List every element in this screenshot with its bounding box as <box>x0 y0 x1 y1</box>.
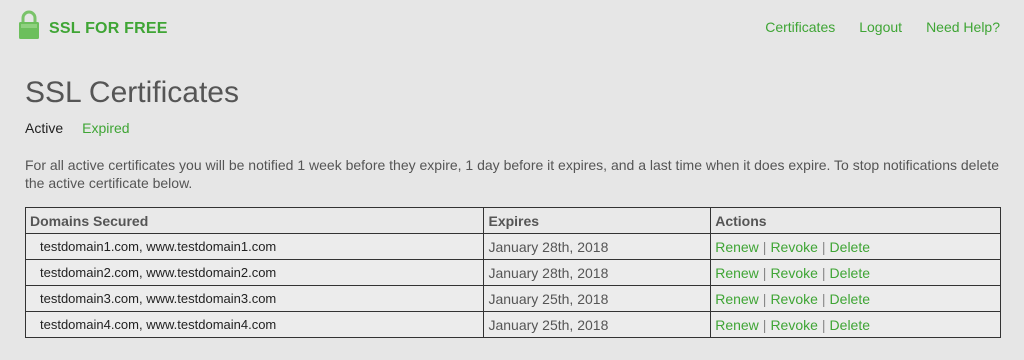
renew-link[interactable]: Renew <box>715 317 759 333</box>
nav-certificates-link[interactable]: Certificates <box>765 19 835 35</box>
nav-logout-link[interactable]: Logout <box>859 19 902 35</box>
column-header-domains: Domains Secured <box>24 207 485 234</box>
actions-cell: Renew | Revoke | Delete <box>710 233 1001 260</box>
action-separator: | <box>762 238 767 255</box>
delete-link[interactable]: Delete <box>830 317 870 333</box>
nav-need-help-link[interactable]: Need Help? <box>926 19 1000 35</box>
table-header-row: Domains Secured Expires Actions <box>24 207 1001 234</box>
top-bar: SSL FOR FREE Certificates Logout Need He… <box>0 0 1024 56</box>
action-separator: | <box>762 290 767 307</box>
delete-link[interactable]: Delete <box>830 239 870 255</box>
column-header-expires: Expires <box>483 207 712 234</box>
action-separator: | <box>821 264 826 281</box>
delete-link[interactable]: Delete <box>830 265 870 281</box>
expires-cell: January 25th, 2018 <box>483 285 712 312</box>
notification-notice: For all active certificates you will be … <box>25 157 1000 191</box>
action-separator: | <box>762 316 767 333</box>
revoke-link[interactable]: Revoke <box>770 317 817 333</box>
renew-link[interactable]: Renew <box>715 265 759 281</box>
column-header-actions: Actions <box>710 207 1001 234</box>
domains-cell: testdomain2.com, www.testdomain2.com <box>24 259 485 286</box>
certificate-status-tabs: Active Expired <box>25 120 130 136</box>
table-row: testdomain4.com, www.testdomain4.com Jan… <box>24 311 1001 338</box>
revoke-link[interactable]: Revoke <box>770 239 817 255</box>
tab-active[interactable]: Active <box>25 120 63 136</box>
tab-expired[interactable]: Expired <box>82 120 129 136</box>
revoke-link[interactable]: Revoke <box>770 265 817 281</box>
revoke-link[interactable]: Revoke <box>770 291 817 307</box>
actions-cell: Renew | Revoke | Delete <box>710 285 1001 312</box>
brand-logo[interactable]: SSL FOR FREE <box>18 10 168 40</box>
domains-cell: testdomain3.com, www.testdomain3.com <box>24 285 485 312</box>
actions-cell: Renew | Revoke | Delete <box>710 259 1001 286</box>
certificates-table: Domains Secured Expires Actions testdoma… <box>24 207 1001 338</box>
table-row: testdomain2.com, www.testdomain2.com Jan… <box>24 259 1001 286</box>
renew-link[interactable]: Renew <box>715 239 759 255</box>
action-separator: | <box>821 316 826 333</box>
domains-cell: testdomain1.com, www.testdomain1.com <box>24 233 485 260</box>
domains-cell: testdomain4.com, www.testdomain4.com <box>24 311 485 338</box>
table-row: testdomain3.com, www.testdomain3.com Jan… <box>24 285 1001 312</box>
action-separator: | <box>821 290 826 307</box>
expires-cell: January 28th, 2018 <box>483 259 712 286</box>
renew-link[interactable]: Renew <box>715 291 759 307</box>
delete-link[interactable]: Delete <box>830 291 870 307</box>
expires-cell: January 25th, 2018 <box>483 311 712 338</box>
action-separator: | <box>821 238 826 255</box>
actions-cell: Renew | Revoke | Delete <box>710 311 1001 338</box>
page-title: SSL Certificates <box>25 76 239 109</box>
expires-cell: January 28th, 2018 <box>483 233 712 260</box>
action-separator: | <box>762 264 767 281</box>
top-nav: Certificates Logout Need Help? <box>765 19 1000 35</box>
lock-icon <box>19 10 39 39</box>
table-row: testdomain1.com, www.testdomain1.com Jan… <box>24 233 1001 260</box>
brand-name: SSL FOR FREE <box>49 20 168 37</box>
